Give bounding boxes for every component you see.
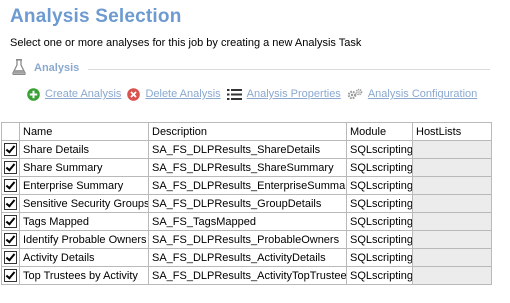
- row-checkbox[interactable]: [4, 251, 17, 264]
- create-analysis-label[interactable]: Create Analysis: [45, 88, 121, 100]
- row-hostlists: [412, 266, 492, 285]
- table-row[interactable]: Share Summary SA_FS_DLPResults_ShareSumm…: [1, 158, 492, 177]
- row-hostlists: [412, 140, 492, 159]
- row-description: SA_FS_DLPResults_ShareSummary: [148, 158, 347, 177]
- row-hostlists: [412, 230, 492, 249]
- delete-circle-icon: [127, 87, 141, 101]
- row-hostlists: [412, 158, 492, 177]
- row-description: SA_FS_DLPResults_ActivityDetails: [148, 248, 347, 267]
- table-row[interactable]: Share Details SA_FS_DLPResults_ShareDeta…: [1, 140, 492, 159]
- analysis-toolbar: Create Analysis Delete Analysis Analysis…: [27, 86, 483, 102]
- row-description: SA_FS_DLPResults_ShareDetails: [148, 140, 347, 159]
- analysis-table: Name Description Module HostLists Share …: [1, 122, 492, 285]
- table-row[interactable]: Tags Mapped SA_FS_TagsMapped SQLscriptin…: [1, 212, 492, 231]
- row-module: SQLscripting: [346, 212, 413, 231]
- list-icon: [226, 88, 242, 100]
- row-checkbox[interactable]: [4, 161, 17, 174]
- column-header-hostlists[interactable]: HostLists: [412, 122, 492, 141]
- table-row[interactable]: Identify Probable Owners SA_FS_DLPResult…: [1, 230, 492, 249]
- gears-icon: [347, 88, 363, 99]
- page-subtitle: Select one or more analyses for this job…: [10, 37, 362, 49]
- row-checkbox-cell[interactable]: [1, 230, 20, 249]
- delete-analysis-label[interactable]: Delete Analysis: [145, 88, 220, 100]
- row-name: Identify Probable Owners: [19, 230, 149, 249]
- table-header-row: Name Description Module HostLists: [1, 122, 492, 141]
- row-description: SA_FS_DLPResults_EnterpriseSummary: [148, 176, 347, 195]
- row-module: SQLscripting: [346, 194, 413, 213]
- table-row[interactable]: Enterprise Summary SA_FS_DLPResults_Ente…: [1, 176, 492, 195]
- row-checkbox-cell[interactable]: [1, 140, 20, 159]
- row-name: Top Trustees by Activity: [19, 266, 149, 285]
- row-name: Share Details: [19, 140, 149, 159]
- row-name: Tags Mapped: [19, 212, 149, 231]
- create-analysis-button[interactable]: Create Analysis: [27, 87, 121, 101]
- analysis-properties-label[interactable]: Analysis Properties: [247, 88, 341, 100]
- flask-icon: [12, 59, 26, 75]
- row-module: SQLscripting: [346, 140, 413, 159]
- row-description: SA_FS_TagsMapped: [148, 212, 347, 231]
- row-checkbox[interactable]: [4, 179, 17, 192]
- row-name: Sensitive Security Groups: [19, 194, 149, 213]
- row-checkbox[interactable]: [4, 143, 17, 156]
- section-label: Analysis: [34, 62, 80, 74]
- row-module: SQLscripting: [346, 176, 413, 195]
- row-hostlists: [412, 176, 492, 195]
- column-header-module[interactable]: Module: [346, 122, 413, 141]
- row-description: SA_FS_DLPResults_ActivityTopTrustees: [148, 266, 347, 285]
- delete-analysis-button[interactable]: Delete Analysis: [127, 87, 221, 101]
- row-hostlists: [412, 194, 492, 213]
- row-description: SA_FS_DLPResults_ProbableOwners: [148, 230, 347, 249]
- row-description: SA_FS_DLPResults_GroupDetails: [148, 194, 347, 213]
- row-name: Share Summary: [19, 158, 149, 177]
- page-title: Analysis Selection: [10, 6, 182, 27]
- analysis-configuration-label[interactable]: Analysis Configuration: [368, 88, 477, 100]
- table-row[interactable]: Top Trustees by Activity SA_FS_DLPResult…: [1, 266, 492, 285]
- row-hostlists: [412, 212, 492, 231]
- header-select-cell: [1, 122, 20, 141]
- row-checkbox[interactable]: [4, 269, 17, 282]
- row-hostlists: [412, 248, 492, 267]
- row-name: Enterprise Summary: [19, 176, 149, 195]
- row-module: SQLscripting: [346, 230, 413, 249]
- row-checkbox[interactable]: [4, 233, 17, 246]
- row-checkbox-cell[interactable]: [1, 158, 20, 177]
- row-checkbox-cell[interactable]: [1, 176, 20, 195]
- table-row[interactable]: Activity Details SA_FS_DLPResults_Activi…: [1, 248, 492, 267]
- row-checkbox-cell[interactable]: [1, 266, 20, 285]
- row-checkbox-cell[interactable]: [1, 194, 20, 213]
- row-name: Activity Details: [19, 248, 149, 267]
- row-checkbox[interactable]: [4, 197, 17, 210]
- analysis-properties-button[interactable]: Analysis Properties: [226, 88, 341, 101]
- table-row[interactable]: Sensitive Security Groups SA_FS_DLPResul…: [1, 194, 492, 213]
- plus-circle-icon: [27, 87, 40, 101]
- row-checkbox-cell[interactable]: [1, 248, 20, 267]
- column-header-name[interactable]: Name: [19, 122, 149, 141]
- row-module: SQLscripting: [346, 266, 413, 285]
- row-checkbox[interactable]: [4, 215, 17, 228]
- analysis-configuration-button[interactable]: Analysis Configuration: [347, 88, 477, 101]
- column-header-description[interactable]: Description: [148, 122, 347, 141]
- analysis-section-header: Analysis: [10, 59, 490, 77]
- section-divider: [88, 69, 490, 70]
- row-checkbox-cell[interactable]: [1, 212, 20, 231]
- row-module: SQLscripting: [346, 158, 413, 177]
- row-module: SQLscripting: [346, 248, 413, 267]
